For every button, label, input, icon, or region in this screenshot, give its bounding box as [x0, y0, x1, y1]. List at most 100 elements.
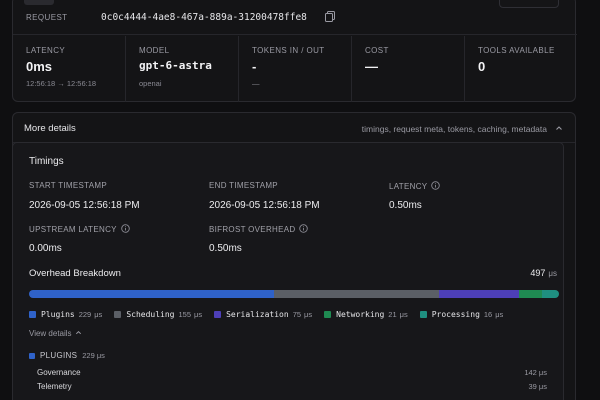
legend-item-serialization: Serialization 75 μs: [214, 308, 312, 320]
metric-cost: COST —: [352, 36, 465, 102]
bar-segment-plugins[interactable]: [29, 290, 274, 298]
timings-title: Timings: [29, 156, 64, 167]
legend-value: 75 μs: [293, 310, 312, 319]
legend-swatch: [114, 310, 122, 318]
bifrost-overhead-value: 0.50ms: [209, 243, 242, 254]
metric-label: TOOLS AVAILABLE: [478, 46, 555, 55]
plugin-value: 142 μs: [524, 368, 547, 377]
metrics-row: LATENCY 0ms 12:56:18 → 12:56:18 MODEL gp…: [13, 36, 577, 102]
overhead-total: 497 μs: [530, 268, 557, 278]
view-details-label: View details: [29, 329, 72, 338]
legend-value-unit: μs: [94, 309, 103, 319]
view-details-toggle[interactable]: View details: [29, 329, 82, 338]
end-timestamp-label: END TIMESTAMP: [209, 181, 278, 190]
start-timestamp-label: START TIMESTAMP: [29, 181, 107, 190]
plugins-swatch: [29, 352, 35, 359]
legend-swatch: [419, 310, 427, 318]
metric-sub: 12:56:18 → 12:56:18: [26, 79, 97, 88]
legend-value: 16 μs: [484, 310, 503, 319]
legend-item-processing: Processing 16 μs: [419, 308, 503, 320]
top-action-pill[interactable]: [499, 0, 559, 8]
plugins-value: 229: [82, 351, 95, 360]
legend-item-plugins: Plugins 229 μs: [29, 308, 102, 320]
plugin-value-unit: μs: [538, 382, 547, 391]
plugin-value: 39 μs: [528, 382, 547, 391]
info-icon[interactable]: [431, 181, 441, 190]
top-tab-fragment: [24, 0, 54, 5]
legend-value: 155 μs: [178, 310, 202, 319]
legend-label: Processing: [431, 309, 480, 319]
metric-tools: TOOLS AVAILABLE 0: [465, 36, 577, 102]
legend-value-number: 155: [178, 309, 191, 319]
more-details-header[interactable]: More details timings, request meta, toke…: [13, 113, 575, 143]
chevron-up-icon[interactable]: [555, 124, 563, 132]
plugins-group-value: 229 μs: [82, 351, 105, 360]
bar-segment-networking[interactable]: [519, 290, 542, 298]
legend-value-number: 229: [78, 309, 92, 319]
legend-swatch: [324, 310, 332, 318]
legend-item-networking: Networking 21 μs: [324, 308, 408, 320]
legend-label: Plugins: [41, 309, 75, 319]
metric-sub: —: [252, 79, 260, 88]
legend-item-scheduling: Scheduling 155 μs: [114, 308, 202, 320]
legend-value: 21 μs: [388, 310, 407, 319]
end-timestamp-value: 2026-09-05 12:56:18 PM: [209, 200, 320, 211]
request-row: REQUEST 0c0c4444-4ae8-467a-889a-31200478…: [13, 1, 577, 35]
metric-value: —: [365, 59, 378, 74]
metric-label: LATENCY: [26, 46, 66, 55]
plugin-value-number: 142: [524, 368, 537, 377]
legend-value-number: 75: [292, 309, 302, 319]
overhead-total-unit: μs: [548, 269, 557, 278]
request-label: REQUEST: [26, 13, 68, 22]
overhead-breakdown-title: Overhead Breakdown: [29, 268, 121, 279]
more-details-hint: timings, request meta, tokens, caching, …: [361, 124, 547, 134]
legend-value-unit: μs: [194, 309, 203, 319]
metric-latency: LATENCY 0ms 12:56:18 → 12:56:18: [13, 36, 126, 102]
plugin-name: Telemetry: [37, 382, 72, 391]
metric-label: TOKENS IN / OUT: [252, 46, 325, 55]
bar-segment-scheduling[interactable]: [273, 290, 440, 298]
upstream-latency-label-text: UPSTREAM LATENCY: [29, 225, 117, 234]
bifrost-overhead-label: BIFROST OVERHEAD: [209, 224, 309, 234]
bar-segment-processing[interactable]: [541, 290, 559, 298]
metric-model: MODEL gpt-6-astra openai: [126, 36, 239, 102]
bifrost-overhead-label-text: BIFROST OVERHEAD: [209, 225, 296, 234]
metric-sub: openai: [139, 79, 162, 88]
chevron-up-icon: [75, 330, 81, 335]
request-id: 0c0c4444-4ae8-467a-889a-31200478ffe8: [101, 12, 307, 23]
legend-value-number: 16: [483, 309, 493, 319]
plugins-group-label: PLUGINS: [40, 351, 78, 360]
overhead-legend: Plugins 229 μs Scheduling 155 μs Serialization…: [29, 308, 503, 320]
legend-value-unit: μs: [495, 309, 504, 319]
latency-label-text: LATENCY: [389, 182, 428, 191]
upstream-latency-label: UPSTREAM LATENCY: [29, 224, 130, 234]
metric-value: 0: [478, 59, 486, 74]
legend-label: Scheduling: [126, 309, 175, 319]
plugin-name: Governance: [37, 368, 81, 377]
info-icon[interactable]: [299, 224, 309, 233]
legend-value-number: 21: [388, 309, 397, 319]
metric-value: gpt-6-astra: [139, 59, 212, 72]
metric-value: 0ms: [26, 59, 53, 74]
request-summary-card: REQUEST 0c0c4444-4ae8-467a-889a-31200478…: [12, 0, 577, 102]
start-timestamp-value: 2026-09-05 12:56:18 PM: [29, 200, 140, 211]
metric-value: -: [252, 59, 257, 74]
metric-label: MODEL: [139, 46, 170, 55]
plugins-group-header: PLUGINS 229 μs: [29, 351, 105, 360]
plugin-value-number: 39: [528, 382, 537, 391]
overhead-total-value: 497: [530, 268, 546, 278]
plugin-value-unit: μs: [538, 368, 547, 377]
overhead-breakdown-bar: [29, 290, 559, 298]
legend-swatch: [29, 310, 36, 318]
latency-label: LATENCY: [389, 181, 441, 191]
info-icon[interactable]: [121, 224, 130, 233]
more-details-title: More details: [24, 123, 76, 134]
legend-swatch: [214, 310, 222, 318]
metric-tokens: TOKENS IN / OUT - —: [239, 36, 352, 102]
copy-icon[interactable]: [325, 11, 335, 22]
legend-value-unit: μs: [399, 309, 408, 319]
plugins-unit: μs: [96, 351, 105, 360]
legend-label: Networking: [336, 309, 385, 319]
bar-segment-serialization[interactable]: [439, 290, 520, 298]
legend-value: 229 μs: [79, 310, 103, 319]
